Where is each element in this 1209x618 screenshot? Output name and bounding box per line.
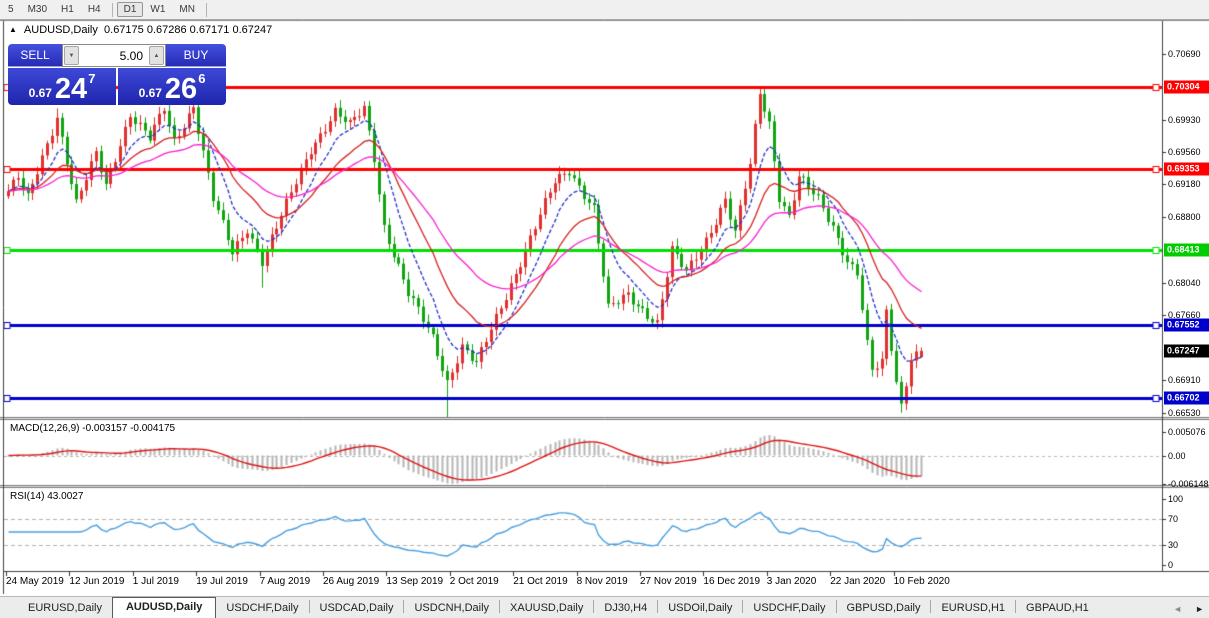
date-axis-label: 22 Jan 2020 bbox=[830, 576, 885, 587]
timeframe-button-d1[interactable]: D1 bbox=[117, 2, 144, 17]
chart-tab-usdcnh-daily[interactable]: USDCNH,Daily bbox=[404, 599, 499, 618]
chart-tab-usdoil-daily[interactable]: USDOil,Daily bbox=[658, 599, 742, 618]
macd-label: MACD(12,26,9) -0.003157 -0.004175 bbox=[10, 423, 175, 434]
chart-tab-dj30-h4[interactable]: DJ30,H4 bbox=[594, 599, 657, 618]
price-axis-tick: 0.66910 bbox=[1168, 375, 1201, 385]
buy-price-display[interactable]: 0.67 26 6 bbox=[118, 68, 226, 105]
timeframe-button-5[interactable]: 5 bbox=[1, 2, 21, 17]
tab-scroll-right-icon[interactable]: ► bbox=[1195, 604, 1204, 614]
timeframe-button-h1[interactable]: H1 bbox=[54, 2, 81, 17]
chart-tab-xauusd-daily[interactable]: XAUUSD,Daily bbox=[500, 599, 593, 618]
chart-header: ▲ AUDUSD,Daily 0.67175 0.67286 0.67171 0.… bbox=[9, 24, 272, 36]
volume-decrease-button[interactable]: ▼ bbox=[64, 46, 79, 65]
buy-price-main: 26 bbox=[165, 78, 197, 101]
buy-price-prefix: 0.67 bbox=[139, 87, 162, 101]
rsi-label: RSI(14) 43.0027 bbox=[10, 491, 83, 502]
collapse-panel-icon[interactable]: ▲ bbox=[9, 25, 17, 34]
price-level-tag: 0.68413 bbox=[1164, 244, 1209, 257]
rsi-axis-tick: 100 bbox=[1168, 494, 1183, 504]
timeframe-button-w1[interactable]: W1 bbox=[143, 2, 172, 17]
rsi-axis-tick: 30 bbox=[1168, 540, 1178, 550]
timeframe-button-mn[interactable]: MN bbox=[172, 2, 202, 17]
chart-tab-usdchf-daily[interactable]: USDCHF,Daily bbox=[216, 599, 308, 618]
buy-button[interactable]: BUY bbox=[166, 44, 226, 67]
date-axis-label: 19 Jul 2019 bbox=[196, 576, 248, 587]
timeframe-button-h4[interactable]: H4 bbox=[81, 2, 108, 17]
rsi-axis-tick: 0 bbox=[1168, 560, 1173, 570]
date-axis-label: 16 Dec 2019 bbox=[703, 576, 760, 587]
date-axis-label: 7 Aug 2019 bbox=[260, 576, 311, 587]
toolbar-separator bbox=[112, 3, 113, 17]
price-axis-tick: 0.69180 bbox=[1168, 179, 1201, 189]
date-axis-label: 24 May 2019 bbox=[6, 576, 64, 587]
date-axis-label: 26 Aug 2019 bbox=[323, 576, 379, 587]
date-axis-label: 12 Jun 2019 bbox=[69, 576, 124, 587]
sell-price-prefix: 0.67 bbox=[29, 87, 52, 101]
volume-increase-button[interactable]: ▲ bbox=[149, 46, 164, 65]
sell-button[interactable]: SELL bbox=[8, 44, 62, 67]
chart-symbol-label: AUDUSD,Daily bbox=[24, 24, 98, 36]
price-level-tag: 0.66702 bbox=[1164, 391, 1209, 404]
buy-price-pip: 6 bbox=[198, 72, 205, 85]
chart-tab-gbpaud-h1[interactable]: GBPAUD,H1 bbox=[1016, 599, 1099, 618]
tab-scroll-left-icon[interactable]: ◄ bbox=[1173, 604, 1182, 614]
date-axis-label: 27 Nov 2019 bbox=[640, 576, 697, 587]
trading-platform-window: 5M30H1H4 D1W1MN ▲ AUDUSD,Daily 0.67175 0.6… bbox=[0, 0, 1209, 618]
price-level-tag: 0.69353 bbox=[1164, 163, 1209, 176]
price-axis-tick: 0.66530 bbox=[1168, 408, 1201, 418]
price-level-tag: 0.67247 bbox=[1164, 344, 1209, 357]
price-axis-tick: 0.70690 bbox=[1168, 49, 1201, 59]
price-axis-tick: 0.68040 bbox=[1168, 278, 1201, 288]
macd-axis-tick: -0.006148 bbox=[1168, 479, 1209, 489]
date-axis-label: 2 Oct 2019 bbox=[450, 576, 499, 587]
spin-down-icon: ▼ bbox=[69, 53, 75, 59]
chart-tab-bar: EURUSD,DailyAUDUSD,DailyUSDCHF,DailyUSDC… bbox=[0, 596, 1209, 618]
date-axis-label: 13 Sep 2019 bbox=[386, 576, 443, 587]
sell-price-display[interactable]: 0.67 24 7 bbox=[8, 68, 116, 105]
timeframe-button-m30[interactable]: M30 bbox=[21, 2, 54, 17]
spin-up-icon: ▲ bbox=[154, 53, 160, 59]
sell-price-main: 24 bbox=[55, 78, 87, 101]
date-axis-label: 3 Jan 2020 bbox=[767, 576, 817, 587]
rsi-axis-tick: 70 bbox=[1168, 514, 1178, 524]
price-axis-tick: 0.69560 bbox=[1168, 147, 1201, 157]
price-axis-tick: 0.69930 bbox=[1168, 115, 1201, 125]
date-axis-label: 10 Feb 2020 bbox=[894, 576, 950, 587]
timeframe-toolbar: 5M30H1H4 D1W1MN bbox=[0, 0, 1209, 20]
tab-scroll-arrows: ◄ ► bbox=[1173, 604, 1204, 614]
date-axis-label: 1 Jul 2019 bbox=[133, 576, 179, 587]
chart-ohlc-values: 0.67175 0.67286 0.67171 0.67247 bbox=[104, 24, 272, 36]
chart-tab-audusd-daily[interactable]: AUDUSD,Daily bbox=[112, 597, 216, 618]
sell-price-pip: 7 bbox=[88, 72, 95, 85]
macd-axis-tick: 0.00 bbox=[1168, 451, 1186, 461]
chart-tab-usdchf-daily[interactable]: USDCHF,Daily bbox=[743, 599, 835, 618]
volume-input[interactable] bbox=[80, 45, 148, 66]
price-axis-tick: 0.68800 bbox=[1168, 212, 1201, 222]
date-axis-label: 21 Oct 2019 bbox=[513, 576, 567, 587]
toolbar-separator bbox=[206, 3, 207, 17]
price-level-tag: 0.67552 bbox=[1164, 318, 1209, 331]
chart-tab-eurusd-daily[interactable]: EURUSD,Daily bbox=[18, 599, 112, 618]
one-click-trade-panel: SELL ▼ ▲ BUY 0.67 24 7 0.67 26 6 bbox=[8, 44, 226, 105]
chart-tab-eurusd-h1[interactable]: EURUSD,H1 bbox=[931, 599, 1015, 618]
chart-tab-usdcad-daily[interactable]: USDCAD,Daily bbox=[310, 599, 404, 618]
macd-axis-tick: 0.005076 bbox=[1168, 427, 1206, 437]
price-level-tag: 0.70304 bbox=[1164, 81, 1209, 94]
volume-control: ▼ ▲ bbox=[62, 44, 166, 67]
date-axis-label: 8 Nov 2019 bbox=[577, 576, 628, 587]
chart-tab-gbpusd-daily[interactable]: GBPUSD,Daily bbox=[837, 599, 931, 618]
